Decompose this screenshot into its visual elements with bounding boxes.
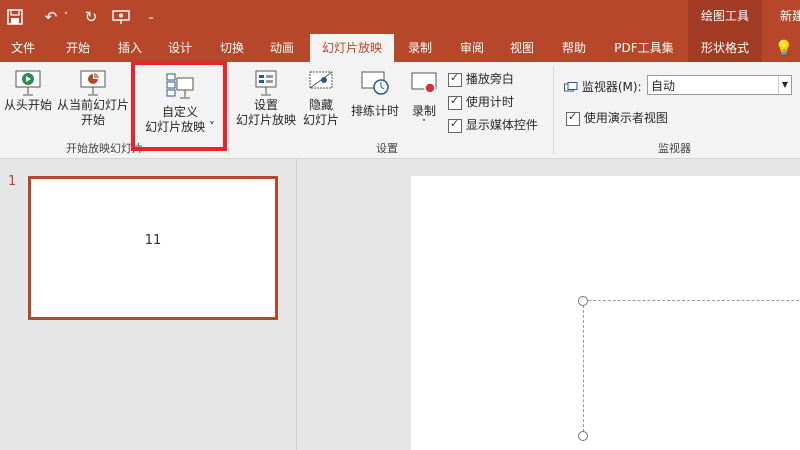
rehearse-timer-icon	[360, 68, 390, 98]
tab-shape-format[interactable]: 形状格式	[688, 34, 762, 62]
hide-label-2: 幻灯片	[302, 113, 339, 127]
setup-group-label: 设置	[376, 142, 398, 155]
present-icon[interactable]	[110, 6, 132, 28]
tab-slideshow[interactable]: 幻灯片放映	[310, 34, 394, 62]
highlight-box	[131, 61, 227, 151]
setup-slideshow-icon	[251, 68, 281, 98]
checkbox-checked-icon	[448, 94, 462, 110]
tab-review[interactable]: 审阅	[450, 34, 494, 62]
monitor-select[interactable]: 自动 ▼	[647, 75, 792, 95]
ribbon: 从头开始 从当前幻灯片 开始 自定义 幻灯片放映 ˅ 开始放映幻灯片 设置 幻灯…	[0, 62, 800, 159]
from-current-label-2: 开始	[80, 113, 105, 127]
from-beginning-label: 从头开始	[3, 98, 52, 112]
customize-icon[interactable]: ₌	[140, 6, 162, 28]
group-separator	[553, 66, 554, 154]
slide-number: 1	[8, 174, 17, 189]
play-narration-label: 播放旁白	[465, 72, 514, 86]
play-narration-checkbox[interactable]: 播放旁白	[448, 70, 514, 87]
thumbnail-text: 11	[144, 233, 162, 248]
setup-label-2: 幻灯片放映	[235, 113, 296, 127]
checkbox-checked-icon	[448, 71, 462, 87]
monitor-label: 监视器(M):	[581, 80, 642, 94]
resize-handle[interactable]	[578, 296, 588, 306]
from-current-label-1: 从当前幻灯片	[56, 98, 129, 112]
lightbulb-icon[interactable]: 💡	[770, 34, 798, 62]
tab-file[interactable]: 文件	[0, 34, 46, 62]
save-icon[interactable]	[4, 6, 26, 28]
tab-record[interactable]: 录制	[398, 34, 442, 62]
tab-insert[interactable]: 插入	[108, 34, 152, 62]
checkbox-checked-icon	[448, 117, 462, 133]
selected-textbox[interactable]	[583, 300, 800, 437]
presenter-view-label: 使用演示者视图	[583, 111, 668, 125]
hide-label-1: 隐藏	[308, 98, 333, 112]
presenter-view-checkbox[interactable]: 使用演示者视图	[566, 109, 668, 126]
redo-icon[interactable]: ↻	[80, 6, 102, 28]
record-label: 录制	[411, 104, 436, 118]
tab-help[interactable]: 帮助	[552, 34, 596, 62]
use-timings-checkbox[interactable]: 使用计时	[448, 93, 514, 110]
setup-label-1: 设置	[253, 98, 278, 112]
monitor-group-label: 监视器	[658, 142, 691, 155]
record-dropdown-icon[interactable]: ˅	[406, 119, 442, 129]
show-media-label: 显示媒体控件	[465, 118, 538, 132]
from-current-slide-button[interactable]: 从当前幻灯片 开始	[56, 68, 130, 128]
use-timings-label: 使用计时	[465, 95, 514, 109]
new-file-label: 新建	[780, 9, 800, 23]
hide-slide-button[interactable]: 隐藏 幻灯片	[300, 68, 342, 128]
tab-design[interactable]: 设计	[158, 34, 202, 62]
show-media-controls-checkbox[interactable]: 显示媒体控件	[448, 116, 538, 133]
tab-animations[interactable]: 动画	[260, 34, 304, 62]
checkbox-checked-icon	[566, 110, 580, 126]
hide-slide-icon	[306, 68, 336, 98]
title-bar: ↶ ˅ ↻ ₌ 绘图工具 新建	[0, 0, 800, 34]
tab-view[interactable]: 视图	[500, 34, 544, 62]
undo-dropdown-icon[interactable]: ˅	[60, 6, 72, 28]
monitor-label-row: 监视器(M):	[564, 78, 642, 95]
setup-slideshow-button[interactable]: 设置 幻灯片放映	[234, 68, 298, 128]
monitor-select-value: 自动	[651, 79, 676, 93]
undo-icon[interactable]: ↶	[40, 6, 62, 28]
from-beginning-button[interactable]: 从头开始	[2, 68, 54, 113]
slide-thumbnail[interactable]: 11	[28, 176, 278, 320]
rehearse-timings-button[interactable]: 排练计时	[348, 68, 402, 119]
ribbon-tabs: 文件 开始 插入 设计 切换 动画 幻灯片放映 录制 审阅 视图 帮助 PDF工…	[0, 34, 800, 62]
resize-handle[interactable]	[578, 431, 588, 441]
group-separator	[228, 66, 229, 154]
tab-home[interactable]: 开始	[56, 34, 100, 62]
tab-transitions[interactable]: 切换	[210, 34, 254, 62]
record-icon	[409, 68, 439, 98]
chevron-down-icon[interactable]: ▼	[778, 76, 791, 94]
play-from-start-icon	[13, 68, 43, 98]
play-from-current-icon	[78, 68, 108, 98]
record-button[interactable]: 录制 ˅	[406, 68, 442, 129]
monitor-icon	[564, 80, 582, 94]
context-tab-drawing-tools: 绘图工具	[688, 0, 762, 34]
rehearse-label: 排练计时	[350, 104, 399, 118]
tab-pdf-tools[interactable]: PDF工具集	[604, 34, 684, 62]
